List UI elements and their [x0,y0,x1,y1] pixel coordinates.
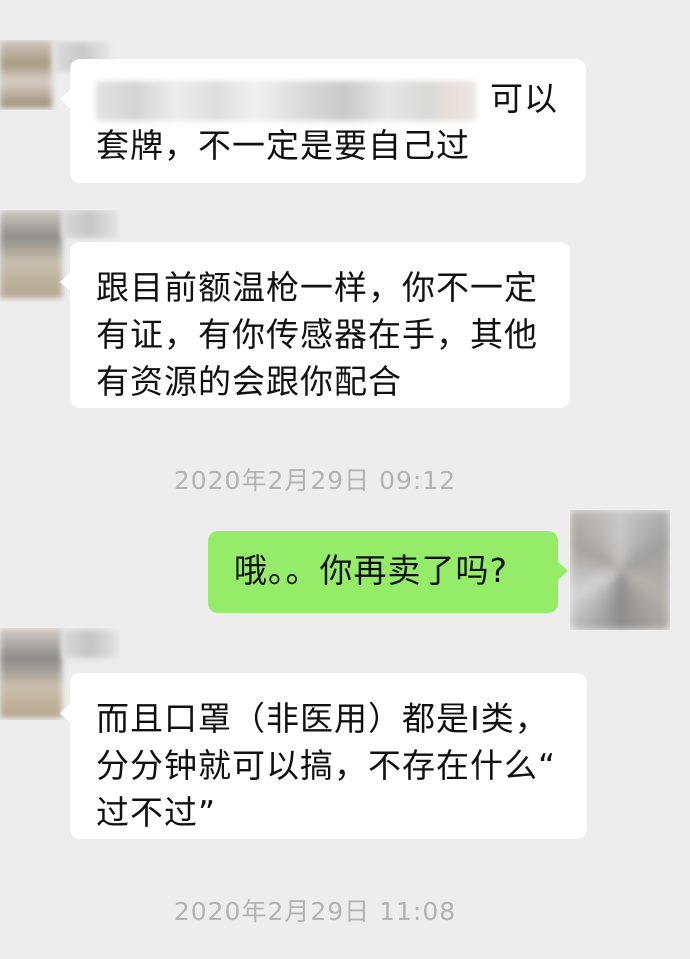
message-bubble-incoming[interactable]: 跟目前额温枪一样，你不一定 有证，有你传感器在手，其他 有资源的会跟你配合 [60,242,570,408]
message-line: 有资源的会跟你配合 [96,362,402,401]
message-bubble-outgoing[interactable]: 哦。。你再卖了吗? [208,531,568,613]
chat-timestamp: 2020年2月29日 11:08 [173,897,457,926]
blurred-text-redaction [96,80,476,121]
message-line: 分分钟就可以搞，不存在什么“ [96,746,557,785]
message-line: 过不过” [96,793,217,832]
message-bubble-incoming[interactable]: 可以 套牌，不一定是要自己过 [60,59,586,183]
message-line: 有证，有你传感器在手，其他 [96,315,538,354]
user-avatar[interactable] [570,510,670,630]
message-line: 哦。。你再卖了吗? [234,551,509,590]
message-line: 跟目前额温枪一样，你不一定 [96,268,538,307]
message-line: 而且口罩（非医用）都是I类， [96,699,549,738]
chat-timestamp: 2020年2月29日 09:12 [173,466,457,495]
message-line: 可以 [96,75,562,122]
message-bubble-incoming[interactable]: 而且口罩（非医用）都是I类， 分分钟就可以搞，不存在什么“ 过不过” [60,673,587,839]
message-line: 套牌，不一定是要自己过 [96,126,470,165]
